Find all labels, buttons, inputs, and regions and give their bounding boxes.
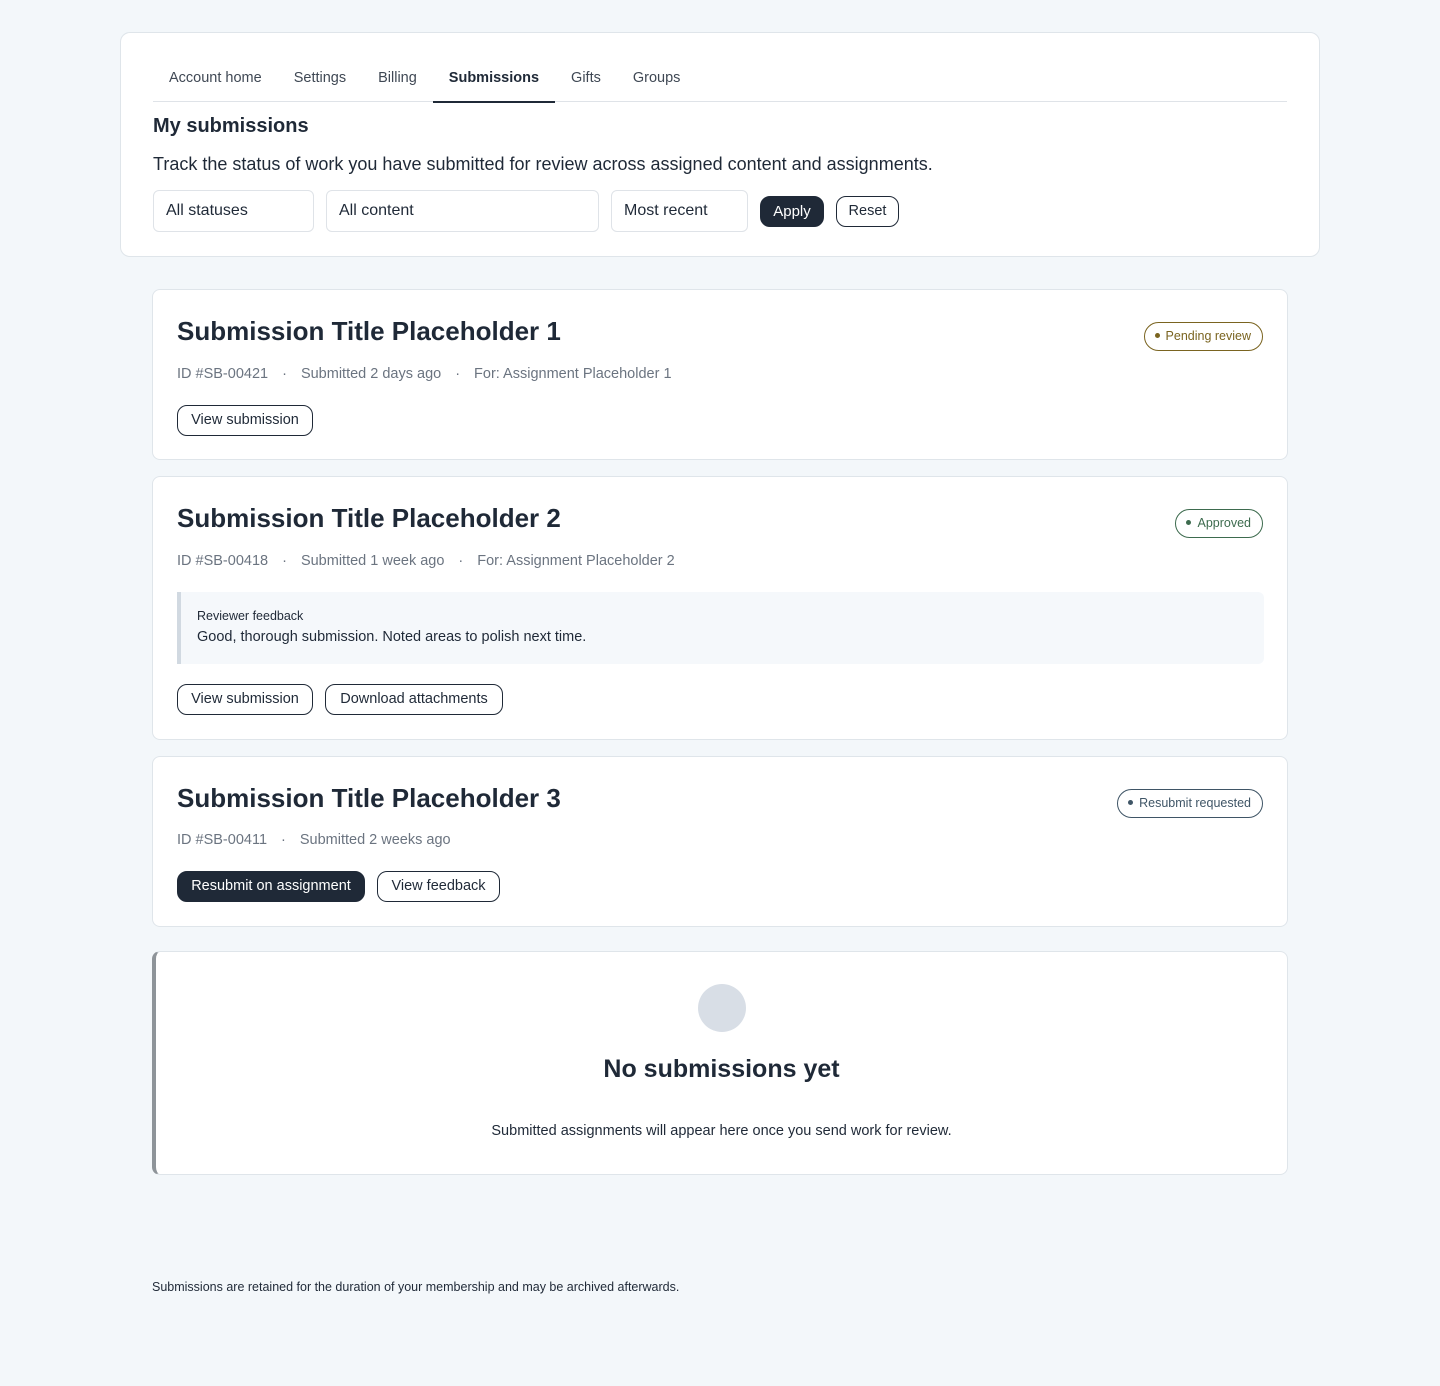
status-filter-select[interactable]: All statuses: [153, 190, 314, 232]
tab-groups[interactable]: Groups: [617, 55, 697, 102]
content-filter-select[interactable]: All content: [326, 190, 599, 232]
resubmit-button[interactable]: Resubmit on assignment: [177, 871, 365, 902]
empty-state-text: Submitted assignments will appear here o…: [491, 1123, 952, 1139]
tab-gifts[interactable]: Gifts: [555, 55, 617, 102]
submission-id: ID #SB-00421: [177, 366, 269, 382]
apply-button[interactable]: Apply: [760, 196, 824, 227]
view-feedback-button[interactable]: View feedback: [377, 871, 500, 902]
status-badge: Resubmit requested: [1117, 789, 1263, 818]
page-description: Track the status of work you have submit…: [153, 154, 933, 174]
feedback-text: Good, thorough submission. Noted areas t…: [197, 629, 587, 645]
submission-date: Submitted 2 weeks ago: [299, 832, 451, 848]
page-title: My submissions: [153, 115, 309, 137]
submission-title[interactable]: Submission Title Placeholder 2: [177, 503, 561, 534]
tab-billing[interactable]: Billing: [362, 55, 433, 102]
view-submission-button[interactable]: View submission: [177, 684, 313, 715]
submission-meta: ID #SB-00411 · Submitted 2 weeks ago: [177, 832, 451, 848]
feedback-label: Reviewer feedback: [197, 609, 304, 623]
empty-state-card: No submissions yet Submitted assignments…: [152, 951, 1288, 1175]
submission-meta: ID #SB-00421 · Submitted 2 days ago · For: A…: [177, 366, 672, 382]
empty-state-title: No submissions yet: [603, 1055, 840, 1083]
status-badge: Pending review: [1143, 322, 1263, 351]
submission-date: Submitted 1 week ago: [300, 553, 445, 569]
status-dot-icon: [1154, 333, 1160, 338]
submission-meta: ID #SB-00418 · Submitted 1 week ago · For: A…: [177, 553, 675, 569]
submission-title[interactable]: Submission Title Placeholder 3: [177, 783, 561, 814]
status-badge: Approved: [1175, 509, 1263, 538]
download-attachments-button[interactable]: Download attachments: [325, 684, 503, 715]
status-dot-icon: [1128, 800, 1134, 805]
footer-note: Submissions are retained for the duratio…: [152, 1280, 680, 1294]
submission-card: Submission Title Placeholder 1 ID #SB-00…: [152, 289, 1288, 460]
account-tabs: Account home Settings Billing Submission…: [153, 55, 1287, 103]
submission-assignment: For: Assignment Placeholder 1: [474, 366, 672, 382]
submission-title[interactable]: Submission Title Placeholder 1: [177, 316, 561, 347]
empty-state-icon: [698, 984, 746, 1032]
submission-date: Submitted 2 days ago: [300, 366, 442, 382]
submission-id: ID #SB-00411: [177, 832, 268, 848]
submission-assignment: For: Assignment Placeholder 2: [477, 553, 675, 569]
submission-id: ID #SB-00418: [177, 553, 269, 569]
tab-submissions[interactable]: Submissions: [432, 55, 556, 103]
submission-card: Submission Title Placeholder 3 ID #SB-00…: [152, 756, 1288, 927]
view-submission-button[interactable]: View submission: [177, 405, 313, 436]
status-dot-icon: [1186, 520, 1192, 525]
reset-button[interactable]: Reset: [836, 196, 899, 227]
header-card: Account home Settings Billing Submission…: [120, 32, 1320, 257]
tab-account-home[interactable]: Account home: [153, 55, 278, 102]
tab-settings[interactable]: Settings: [278, 55, 362, 102]
reviewer-feedback: Reviewer feedback Good, thorough submiss…: [177, 592, 1264, 664]
sort-select[interactable]: Most recent: [611, 190, 748, 232]
submission-card: Submission Title Placeholder 2 ID #SB-00…: [152, 476, 1288, 740]
